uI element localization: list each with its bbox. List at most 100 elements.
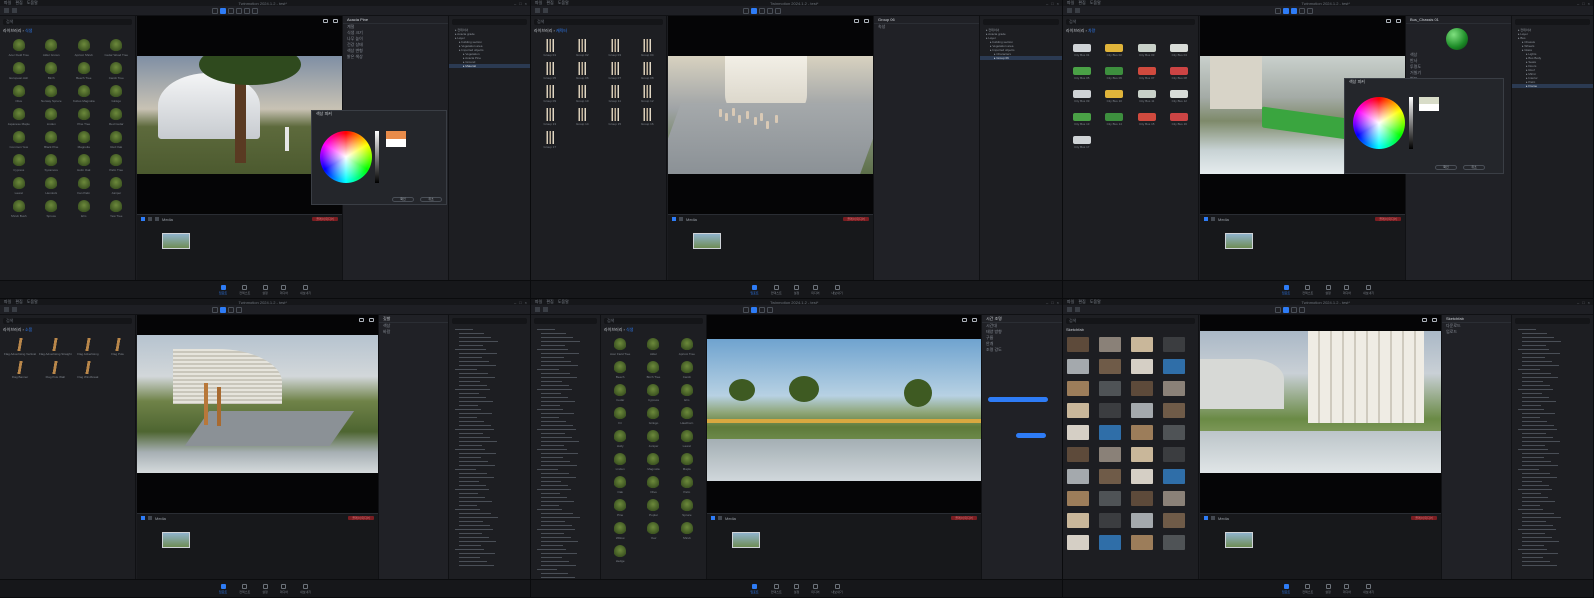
sketchfab-model-thumbnail[interactable] (1163, 337, 1185, 352)
library-item[interactable]: Group 14 (568, 105, 598, 126)
media-tab-icon[interactable] (1204, 516, 1208, 520)
sketchfab-model-thumbnail[interactable] (1163, 469, 1185, 484)
camera-icon[interactable] (854, 19, 859, 23)
library-item[interactable]: Carob (672, 358, 702, 379)
breadcrumb-current[interactable]: 식생 (626, 327, 633, 332)
library-item[interactable]: Linden (37, 105, 67, 126)
library-search-input[interactable]: 검색 (3, 19, 132, 25)
library-item[interactable]: City Bus 15 (1132, 105, 1162, 126)
sketchfab-model-thumbnail[interactable] (1067, 535, 1089, 550)
library-item[interactable]: Maple (672, 450, 702, 471)
library-item[interactable]: City Bus 16 (1165, 105, 1195, 126)
library-item[interactable]: Spruce (37, 197, 67, 218)
tree-row[interactable]: ▸ Group 06 (980, 56, 1062, 60)
library-item[interactable]: Group 05 (535, 59, 565, 80)
library-item[interactable]: Elm (672, 381, 702, 402)
library-item[interactable]: Laurel (672, 427, 702, 448)
redo-icon[interactable] (1075, 307, 1080, 312)
library-item[interactable]: Cypress (4, 151, 34, 172)
tree-row[interactable] (1512, 563, 1593, 567)
media-tab-icon[interactable] (672, 217, 676, 221)
library-item[interactable]: Hedge (605, 542, 635, 563)
nav-export[interactable]: 내보내기 (1363, 583, 1374, 594)
library-item[interactable]: Palm Tree (102, 151, 132, 172)
library-item[interactable]: Cedar Wood Tree (102, 36, 132, 57)
camera-icon[interactable] (1422, 318, 1427, 322)
library-item[interactable]: City Bus 08 (1165, 59, 1195, 80)
render-view[interactable] (668, 55, 873, 175)
sketchfab-model-thumbnail[interactable] (1099, 491, 1121, 506)
nav-import[interactable]: 임포트 (219, 284, 227, 295)
breadcrumb-root[interactable]: 라이브러리 (3, 327, 21, 332)
preset-button[interactable] (1016, 433, 1046, 438)
library-item[interactable]: Group 07 (600, 59, 630, 80)
3d-viewport[interactable] (707, 315, 981, 513)
rotate-icon[interactable] (1291, 307, 1297, 313)
undo-icon[interactable] (1067, 8, 1072, 13)
picker-cancel-button[interactable]: 취소 (1463, 165, 1485, 170)
camera-icon[interactable] (962, 318, 967, 322)
sketchfab-model-thumbnail[interactable] (1131, 535, 1153, 550)
redo-icon[interactable] (12, 8, 17, 13)
property-row[interactable]: 바람 (379, 329, 448, 335)
nav-media[interactable]: 미디어 (1343, 284, 1351, 295)
library-item[interactable]: Fir (605, 404, 635, 425)
library-item[interactable]: Laurel (4, 174, 34, 195)
sketchfab-model-thumbnail[interactable] (1067, 359, 1089, 374)
breadcrumb-root[interactable]: 라이브러리 (3, 28, 21, 33)
apply-button[interactable] (988, 397, 1048, 402)
library-item[interactable]: Group 02 (568, 36, 598, 57)
library-item[interactable]: Hawthorn (672, 404, 702, 425)
nav-settings[interactable]: 설정 (1325, 284, 1331, 295)
sketchfab-model-thumbnail[interactable] (1099, 381, 1121, 396)
media-tab-icon[interactable] (141, 516, 145, 520)
tree-row[interactable]: ▸ Material (449, 64, 530, 68)
library-item[interactable]: Palm (672, 473, 702, 494)
breadcrumb-root[interactable]: Sketchfab (1066, 327, 1084, 332)
library-item[interactable]: City Bus 07 (1132, 59, 1162, 80)
library-item[interactable]: Birch (37, 59, 67, 80)
scale-icon[interactable] (236, 307, 242, 313)
library-item[interactable]: Group 12 (633, 82, 663, 103)
sketchfab-model-thumbnail[interactable] (1163, 359, 1185, 374)
snap-icon[interactable] (244, 8, 250, 14)
camera-icon[interactable] (1386, 19, 1391, 23)
nav-export[interactable]: 내보내기 (300, 284, 311, 295)
breadcrumb-root[interactable]: 라이브러리 (604, 327, 622, 332)
nav-import[interactable]: 임포트 (1282, 284, 1290, 295)
measure-icon[interactable] (252, 8, 258, 14)
scene-search-input[interactable] (1515, 19, 1590, 25)
sketchfab-model-thumbnail[interactable] (1099, 337, 1121, 352)
camera-icon[interactable] (359, 318, 364, 322)
rotate-icon[interactable] (759, 307, 766, 313)
select-icon[interactable] (212, 307, 218, 313)
undo-icon[interactable] (4, 307, 9, 312)
nav-context[interactable]: 컨텍스트 (1302, 284, 1313, 295)
library-item[interactable]: Ginkgo (102, 82, 132, 103)
sketchfab-model-thumbnail[interactable] (1131, 425, 1153, 440)
nav-settings[interactable]: 설정 (794, 284, 799, 295)
library-item[interactable]: Apricot Tree (672, 335, 702, 356)
sketchfab-model-thumbnail[interactable] (1131, 447, 1153, 462)
library-item[interactable]: Flag Banner (4, 358, 36, 379)
library-item[interactable]: Flag Windbreak (75, 358, 102, 379)
library-item[interactable]: Spruce (672, 496, 702, 517)
media-thumbnail[interactable] (1225, 532, 1253, 548)
library-item[interactable]: Beech (605, 358, 635, 379)
library-item[interactable]: City Bus 09 (1067, 82, 1097, 103)
sketchfab-model-thumbnail[interactable] (1099, 425, 1121, 440)
eye-icon[interactable] (1432, 318, 1437, 322)
library-item[interactable]: Juniper (102, 174, 132, 195)
library-item[interactable]: Sycamore (37, 151, 67, 172)
nav-import[interactable]: 임포트 (1282, 583, 1290, 594)
library-item[interactable]: City Bus 12 (1165, 82, 1195, 103)
library-item[interactable]: Fan Palm (69, 174, 99, 195)
render-view[interactable] (137, 334, 378, 474)
paint-icon[interactable] (1291, 8, 1297, 14)
eye-icon[interactable] (333, 19, 338, 23)
library-search-input[interactable]: 검색 (534, 19, 663, 25)
property-row[interactable]: 업로드 (1442, 329, 1511, 335)
library-item[interactable]: City Bus 02 (1100, 36, 1130, 57)
3d-viewport[interactable] (137, 315, 378, 513)
image-icon[interactable] (148, 516, 152, 520)
